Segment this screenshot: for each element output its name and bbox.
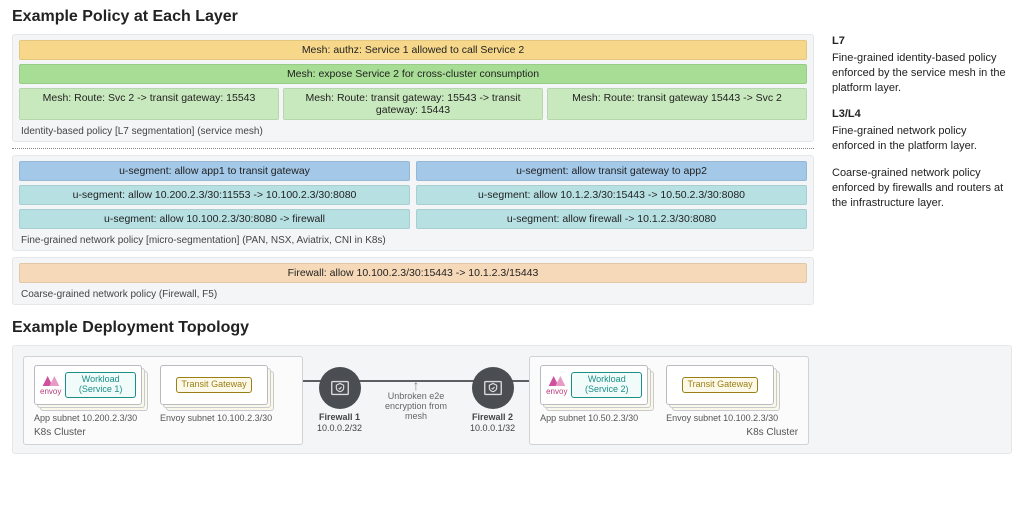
divider-l7-l34	[12, 148, 814, 149]
cluster-right: envoy Workload (Service 2) App subnet 10…	[529, 356, 809, 445]
firewall-2-ip: 10.0.0.1/32	[470, 423, 515, 434]
policy-useg-3b: u-segment: allow firewall -> 10.1.2.3/30…	[416, 209, 807, 229]
card-workload-2: envoy Workload (Service 2)	[540, 365, 656, 411]
firewall-2: Firewall 2 10.0.0.1/32	[470, 367, 515, 434]
side-l34-body: Fine-grained network policy enforced in …	[832, 124, 1012, 154]
firewall-2-name: Firewall 2	[472, 412, 513, 423]
firewall-icon	[319, 367, 361, 409]
panel-mesh-caption: Identity-based policy [L7 segmentation] …	[19, 124, 807, 137]
card-transit-gateway-1: Transit Gateway	[160, 365, 276, 411]
firewall-1-name: Firewall 1	[319, 412, 360, 423]
policy-useg-1a: u-segment: allow app1 to transit gateway	[19, 161, 410, 181]
heading-policy: Example Policy at Each Layer	[12, 8, 1012, 26]
policy-mesh-expose: Mesh: expose Service 2 for cross-cluster…	[19, 64, 807, 84]
arrow-up-icon: ↑	[413, 380, 420, 391]
workload-2-label: Workload (Service 2)	[571, 372, 642, 398]
transit-gateway-2-label: Transit Gateway	[682, 377, 757, 393]
panel-firewall: Firewall: allow 10.100.2.3/30:15443 -> 1…	[12, 257, 814, 305]
encryption-note: ↑ Unbroken e2e encryption from mesh	[376, 380, 456, 421]
panel-useg-caption: Fine-grained network policy [micro-segme…	[19, 233, 807, 246]
policy-useg-3a: u-segment: allow 10.100.2.3/30:8080 -> f…	[19, 209, 410, 229]
side-l7-body: Fine-grained identity-based policy enfor…	[832, 51, 1012, 96]
policy-mesh-routes: Mesh: Route: Svc 2 -> transit gateway: 1…	[19, 88, 807, 124]
app-subnet-2: App subnet 10.50.2.3/30	[540, 413, 656, 423]
firewall-1-ip: 10.0.0.2/32	[317, 423, 362, 434]
policy-mesh-route3: Mesh: Route: transit gateway 15443 -> Sv…	[547, 88, 807, 120]
policy-mesh-route2: Mesh: Route: transit gateway: 15543 -> t…	[283, 88, 543, 120]
side-l7-title: L7	[832, 34, 1012, 49]
policy-useg-2b: u-segment: allow 10.1.2.3/30:15443 -> 10…	[416, 185, 807, 205]
panel-useg: u-segment: allow app1 to transit gateway…	[12, 155, 814, 251]
card-workload-1: envoy Workload (Service 1)	[34, 365, 150, 411]
panel-mesh: Mesh: authz: Service 1 allowed to call S…	[12, 34, 814, 142]
policy-mesh-route1: Mesh: Route: Svc 2 -> transit gateway: 1…	[19, 88, 279, 120]
side-l34-title: L3/L4	[832, 107, 1012, 122]
envoy-icon: envoy	[40, 374, 61, 396]
policy-firewall-rule: Firewall: allow 10.100.2.3/30:15443 -> 1…	[19, 263, 807, 283]
transit-gateway-1-label: Transit Gateway	[176, 377, 251, 393]
topology-panel: envoy Workload (Service 1) App subnet 10…	[12, 345, 1012, 454]
cluster-left-label: K8s Cluster	[34, 427, 292, 438]
cluster-left: envoy Workload (Service 1) App subnet 10…	[23, 356, 303, 445]
policy-mesh-authz: Mesh: authz: Service 1 allowed to call S…	[19, 40, 807, 60]
app-subnet-1: App subnet 10.200.2.3/30	[34, 413, 150, 423]
side-coarse-body: Coarse-grained network policy enforced b…	[832, 166, 1012, 211]
policy-useg-2a: u-segment: allow 10.200.2.3/30:11553 -> …	[19, 185, 410, 205]
firewall-icon	[472, 367, 514, 409]
cluster-right-label: K8s Cluster	[540, 427, 798, 438]
workload-1-label: Workload (Service 1)	[65, 372, 136, 398]
sidebar: L7 Fine-grained identity-based policy en…	[832, 34, 1012, 305]
envoy-subnet-1: Envoy subnet 10.100.2.3/30	[160, 413, 276, 423]
heading-topology: Example Deployment Topology	[12, 319, 1012, 337]
panel-firewall-caption: Coarse-grained network policy (Firewall,…	[19, 287, 807, 300]
envoy-icon: envoy	[546, 374, 567, 396]
policy-useg-1b: u-segment: allow transit gateway to app2	[416, 161, 807, 181]
firewall-1: Firewall 1 10.0.0.2/32	[317, 367, 362, 434]
envoy-subnet-2: Envoy subnet 10.100.2.3/30	[666, 413, 782, 423]
card-transit-gateway-2: Transit Gateway	[666, 365, 782, 411]
